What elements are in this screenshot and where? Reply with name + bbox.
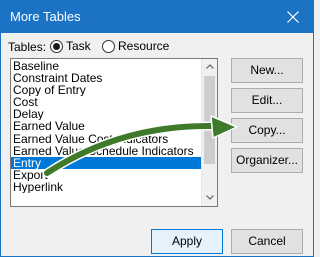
- list-item[interactable]: Earned Value Cost Indicators: [11, 133, 203, 145]
- scroll-thumb[interactable]: [204, 76, 215, 164]
- tables-listbox[interactable]: Baseline Constraint Dates Copy of Entry …: [10, 58, 218, 207]
- resource-radio-label: Resource: [118, 39, 170, 53]
- scroll-down-button[interactable]: [202, 190, 217, 206]
- list-item[interactable]: Cost: [11, 96, 203, 108]
- list-scrollbar[interactable]: [201, 59, 217, 206]
- list-item-selected[interactable]: Entry: [11, 156, 203, 169]
- chevron-up-icon: [206, 64, 214, 69]
- list-item[interactable]: Delay: [11, 108, 203, 120]
- chevron-down-icon: [206, 195, 214, 200]
- task-radio-circle[interactable]: [50, 39, 63, 53]
- task-radio[interactable]: Task: [50, 39, 91, 53]
- title-bar[interactable]: More Tables: [1, 1, 313, 33]
- more-tables-dialog: More Tables Tables: Task Resource Baseli…: [0, 0, 314, 257]
- organizer-button[interactable]: Organizer...: [231, 148, 303, 173]
- new-button[interactable]: New...: [231, 58, 303, 83]
- list-item[interactable]: Earned Value Schedule Indicators: [11, 145, 203, 157]
- resource-radio[interactable]: Resource: [102, 39, 169, 53]
- list-item[interactable]: Export: [11, 169, 203, 181]
- copy-button[interactable]: Copy...: [231, 118, 303, 143]
- list-item[interactable]: Baseline: [11, 60, 203, 72]
- dialog-title: More Tables: [10, 9, 81, 24]
- tables-list: Baseline Constraint Dates Copy of Entry …: [11, 60, 203, 193]
- task-radio-label: Task: [66, 39, 91, 53]
- cancel-button[interactable]: Cancel: [231, 229, 303, 254]
- close-button[interactable]: [273, 1, 313, 33]
- list-item[interactable]: Hyperlink: [11, 181, 203, 193]
- resource-radio-circle[interactable]: [102, 39, 115, 53]
- tables-label: Tables:: [8, 40, 47, 54]
- list-item[interactable]: Earned Value: [11, 120, 203, 132]
- list-item[interactable]: Copy of Entry: [11, 84, 203, 96]
- list-item[interactable]: Constraint Dates: [11, 72, 203, 84]
- edit-button[interactable]: Edit...: [231, 88, 303, 113]
- scroll-up-button[interactable]: [202, 59, 217, 75]
- close-icon: [287, 11, 299, 23]
- apply-button[interactable]: Apply: [151, 229, 223, 254]
